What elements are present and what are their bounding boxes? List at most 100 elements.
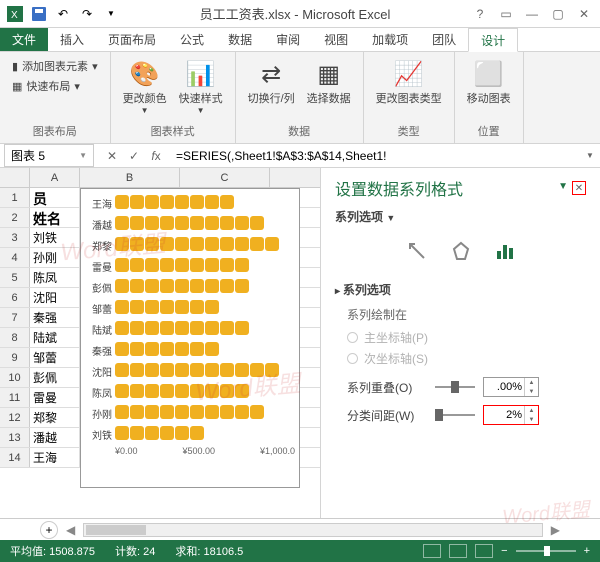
row-header[interactable]: 5 xyxy=(0,268,30,287)
row-header[interactable]: 10 xyxy=(0,368,30,387)
quick-layout-button[interactable]: ▦快速布局 ▾ xyxy=(8,76,102,96)
row-header[interactable]: 9 xyxy=(0,348,30,367)
tab-page-layout[interactable]: 页面布局 xyxy=(96,28,168,51)
ribbon-options-icon[interactable]: ▭ xyxy=(494,4,518,24)
column-header[interactable]: C xyxy=(180,168,270,187)
row-header[interactable]: 2 xyxy=(0,208,30,227)
switch-row-col-button[interactable]: ⇄切换行/列 xyxy=(244,56,299,108)
cell[interactable]: 邹蕾 xyxy=(30,348,80,367)
chart-bar[interactable] xyxy=(115,300,220,316)
tab-team[interactable]: 团队 xyxy=(420,28,468,51)
scroll-right-icon[interactable]: ▶ xyxy=(551,523,560,537)
spinner-down-icon[interactable]: ▼ xyxy=(525,415,538,424)
horizontal-scrollbar[interactable] xyxy=(83,523,543,537)
cell[interactable]: 王海 xyxy=(30,448,80,467)
chart-bar[interactable] xyxy=(115,321,250,337)
row-header[interactable]: 13 xyxy=(0,428,30,447)
row-header[interactable]: 6 xyxy=(0,288,30,307)
redo-icon[interactable]: ↷ xyxy=(76,3,98,25)
cell[interactable]: 刘铁 xyxy=(30,228,80,247)
chart-bar[interactable] xyxy=(115,195,235,211)
cell[interactable]: 雷曼 xyxy=(30,388,80,407)
tab-addins[interactable]: 加载项 xyxy=(360,28,420,51)
column-header[interactable]: A xyxy=(30,168,80,187)
chart-bar[interactable] xyxy=(115,405,265,421)
row-header[interactable]: 4 xyxy=(0,248,30,267)
section-series-options[interactable]: 系列选项 xyxy=(335,281,586,298)
chart-object[interactable]: 王海潘越郑黎雷曼彭佩邹蕾陆斌秦强沈阳陈凤孙刚刘铁 ¥0.00¥500.00¥1,… xyxy=(80,188,300,488)
row-header[interactable]: 8 xyxy=(0,328,30,347)
series-overlap-spinner[interactable]: ▲▼ xyxy=(483,377,539,397)
tab-insert[interactable]: 插入 xyxy=(48,28,96,51)
chart-bar[interactable] xyxy=(115,279,250,295)
cell[interactable]: 陆斌 xyxy=(30,328,80,347)
move-chart-button[interactable]: ⬜移动图表 xyxy=(463,56,515,108)
cell[interactable]: 彭佩 xyxy=(30,368,80,387)
chart-bar[interactable] xyxy=(115,363,280,379)
pane-dropdown-icon[interactable]: ▼ xyxy=(558,181,568,195)
cell[interactable]: 孙刚 xyxy=(30,248,80,267)
zoom-slider[interactable] xyxy=(516,550,576,552)
cell[interactable]: 沈阳 xyxy=(30,288,80,307)
quick-styles-button[interactable]: 📊快速样式▼ xyxy=(175,56,227,117)
cell[interactable]: 陈凤 xyxy=(30,268,80,287)
tab-file[interactable]: 文件 xyxy=(0,28,48,51)
qat-dropdown-icon[interactable]: ▼ xyxy=(100,3,122,25)
gap-width-spinner[interactable]: ▲▼ xyxy=(483,405,539,425)
row-header[interactable]: 3 xyxy=(0,228,30,247)
change-chart-type-button[interactable]: 📈更改图表类型 xyxy=(372,56,446,108)
series-options-icon[interactable] xyxy=(491,237,519,265)
name-box[interactable]: 图表 5▼ xyxy=(4,144,94,167)
change-colors-button[interactable]: 🎨更改颜色▼ xyxy=(119,56,171,117)
gap-width-slider[interactable] xyxy=(435,414,475,416)
spinner-down-icon[interactable]: ▼ xyxy=(525,387,538,396)
chart-bar[interactable] xyxy=(115,342,220,358)
help-icon[interactable]: ? xyxy=(468,4,492,24)
fx-icon[interactable]: fx xyxy=(146,149,166,163)
tab-data[interactable]: 数据 xyxy=(216,28,264,51)
zoom-out-icon[interactable]: − xyxy=(501,545,507,557)
undo-icon[interactable]: ↶ xyxy=(52,3,74,25)
row-header[interactable]: 7 xyxy=(0,308,30,327)
tab-formulas[interactable]: 公式 xyxy=(168,28,216,51)
chart-bar[interactable] xyxy=(115,426,205,442)
pane-close-icon[interactable]: ✕ xyxy=(572,181,586,195)
cancel-formula-icon[interactable]: ✕ xyxy=(102,149,122,163)
cell[interactable]: 潘越 xyxy=(30,428,80,447)
gap-width-input[interactable] xyxy=(484,406,524,424)
pane-series-options-dropdown[interactable]: 系列选项 ▼ xyxy=(335,208,586,225)
tab-view[interactable]: 视图 xyxy=(312,28,360,51)
row-header[interactable]: 1 xyxy=(0,188,30,207)
series-overlap-slider[interactable] xyxy=(435,386,475,388)
formula-input[interactable] xyxy=(170,147,580,165)
effects-icon[interactable] xyxy=(447,237,475,265)
close-icon[interactable]: ✕ xyxy=(572,4,596,24)
new-sheet-button[interactable]: + xyxy=(40,521,58,539)
spinner-up-icon[interactable]: ▲ xyxy=(525,378,538,387)
save-icon[interactable] xyxy=(28,3,50,25)
select-all-corner[interactable] xyxy=(0,168,30,187)
tab-review[interactable]: 审阅 xyxy=(264,28,312,51)
fill-line-icon[interactable] xyxy=(403,237,431,265)
accept-formula-icon[interactable]: ✓ xyxy=(124,149,144,163)
row-header[interactable]: 12 xyxy=(0,408,30,427)
excel-icon[interactable]: X xyxy=(4,3,26,25)
cell[interactable]: 姓名 xyxy=(30,208,80,227)
add-chart-element-button[interactable]: ▮添加图表元素 ▾ xyxy=(8,56,102,76)
chart-bar[interactable] xyxy=(115,237,280,253)
cell[interactable]: 员 xyxy=(30,188,80,207)
chart-bar[interactable] xyxy=(115,216,265,232)
worksheet[interactable]: ABC 1员2姓名3刘铁4孙刚5陈凤6沈阳7秦强8陆斌9邹蕾10彭佩11雷曼12… xyxy=(0,168,320,518)
chart-bar[interactable] xyxy=(115,258,250,274)
zoom-in-icon[interactable]: + xyxy=(584,545,590,557)
minimize-icon[interactable]: — xyxy=(520,4,544,24)
column-header[interactable]: B xyxy=(80,168,180,187)
tab-design[interactable]: 设计 xyxy=(468,28,518,52)
select-data-button[interactable]: ▦选择数据 xyxy=(303,56,355,108)
maximize-icon[interactable]: ▢ xyxy=(546,4,570,24)
chart-bar[interactable] xyxy=(115,384,250,400)
cell[interactable]: 秦强 xyxy=(30,308,80,327)
cell[interactable]: 郑黎 xyxy=(30,408,80,427)
expand-formula-icon[interactable]: ▼ xyxy=(580,151,600,160)
scroll-left-icon[interactable]: ◀ xyxy=(66,523,75,537)
